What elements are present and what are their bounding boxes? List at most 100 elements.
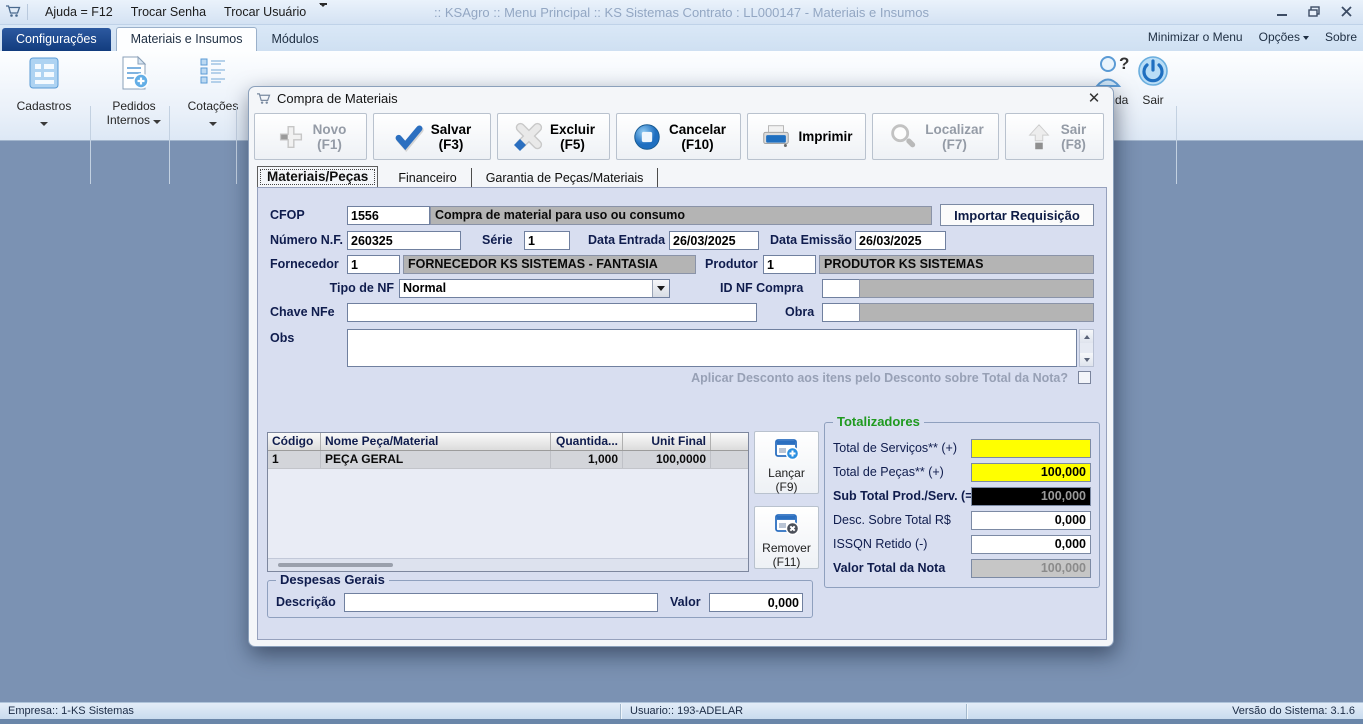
col-unit-final[interactable]: Unit Final: [623, 433, 711, 450]
salvar-button[interactable]: Salvar(F3): [373, 113, 491, 160]
cancelar-stop-icon: [631, 121, 663, 153]
data-entrada-input[interactable]: [669, 231, 759, 250]
total-pecas-field[interactable]: 100,000: [971, 463, 1091, 482]
grid-horizontal-scrollbar[interactable]: [268, 558, 748, 571]
tipo-nf-combobox[interactable]: Normal: [399, 279, 670, 298]
opcoes-link[interactable]: Opções: [1259, 30, 1309, 44]
opcoes-dropdown-icon: [1303, 36, 1309, 40]
obs-textarea[interactable]: [347, 329, 1077, 367]
excluir-button[interactable]: Excluir(F5): [497, 113, 610, 160]
valor-total-field: 100,000: [971, 559, 1091, 578]
cancelar-button[interactable]: Cancelar(F10): [616, 113, 741, 160]
novo-button[interactable]: Novo(F1): [254, 113, 367, 160]
remover-button[interactable]: Remover(F11): [754, 506, 819, 569]
restore-button[interactable]: [1305, 4, 1323, 19]
ribbon-tabbar: Configurações Materiais e Insumos Módulo…: [0, 25, 1363, 51]
subtotal-label: Sub Total Prod./Serv. (=): [833, 487, 977, 506]
serie-input[interactable]: [524, 231, 570, 250]
ribbon-sair-button[interactable]: Sair: [1134, 54, 1172, 107]
statusbar-separator: [966, 704, 967, 719]
data-emissao-input[interactable]: [855, 231, 946, 250]
materiais-pecas-panel: CFOP Compra de material para uso ou cons…: [257, 187, 1107, 640]
menu-ajuda[interactable]: Ajuda = F12: [36, 5, 122, 19]
dialog-title: Compra de Materiais: [277, 91, 398, 106]
chave-nfe-input[interactable]: [347, 303, 757, 322]
cotacoes-label: Cotações: [172, 99, 254, 113]
table-row[interactable]: 1 PEÇA GERAL 1,000 100,0000: [268, 451, 748, 469]
novo-plus-icon: [275, 121, 307, 153]
cfop-input[interactable]: [347, 206, 430, 225]
obs-label: Obs: [270, 329, 294, 348]
numero-nf-input[interactable]: [347, 231, 461, 250]
grid-scrollbar-thumb[interactable]: [278, 563, 393, 567]
scroll-down-icon[interactable]: [1080, 353, 1093, 366]
data-entrada-label: Data Entrada: [588, 231, 665, 250]
itens-grid[interactable]: Código Nome Peça/Material Quantida... Un…: [267, 432, 749, 572]
ribbon-group-cotacoes[interactable]: Cotações: [172, 55, 254, 135]
fornecedor-code-input[interactable]: [347, 255, 400, 274]
ajuda-person-question-icon: ?: [1095, 54, 1131, 88]
tab-materiais-pecas[interactable]: Materiais/Peças: [257, 166, 378, 188]
ribbon-separator: [169, 106, 170, 184]
numero-nf-label: Número N.F.: [270, 231, 343, 250]
col-quantidade[interactable]: Quantida...: [551, 433, 623, 450]
pedidos-dropdown-icon: [153, 120, 161, 124]
minimizar-menu-link[interactable]: Minimizar o Menu: [1148, 30, 1243, 44]
localizar-magnifier-icon: [887, 121, 919, 153]
minimize-button[interactable]: [1273, 4, 1291, 19]
tab-modulos[interactable]: Módulos: [257, 28, 332, 51]
dialog-close-icon[interactable]: ✕: [1085, 89, 1103, 107]
col-nome[interactable]: Nome Peça/Material: [321, 433, 551, 450]
sair-dialog-button[interactable]: Sair(F8): [1005, 113, 1104, 160]
tipo-nf-dropdown-icon[interactable]: [652, 280, 669, 297]
imprimir-button[interactable]: Imprimir: [747, 113, 866, 160]
cotacoes-list-icon: [195, 55, 231, 91]
pedidos-internos-document-icon: [116, 55, 152, 91]
tipo-nf-label: Tipo de NF: [270, 279, 394, 298]
col-codigo[interactable]: Código: [268, 433, 321, 450]
lancar-add-icon: [774, 437, 800, 461]
sair-label: Sair: [1134, 93, 1172, 107]
descricao-input[interactable]: [344, 593, 658, 612]
dialog-compra-de-materiais: Compra de Materiais ✕ Novo(F1) Salvar(F3…: [248, 86, 1114, 647]
ribbon-group-cadastros[interactable]: Cadastros: [3, 55, 85, 135]
menu-trocar-senha[interactable]: Trocar Senha: [122, 5, 215, 19]
quick-access-dropdown-icon[interactable]: [319, 3, 327, 21]
issqn-field[interactable]: 0,000: [971, 535, 1091, 554]
total-servicos-label: Total de Serviços** (+): [833, 439, 957, 458]
ribbon-separator: [90, 106, 91, 184]
obra-input[interactable]: [822, 303, 860, 322]
id-nf-compra-description-field: [859, 279, 1094, 298]
tab-financeiro[interactable]: Financeiro: [384, 168, 471, 188]
scroll-up-icon[interactable]: [1080, 330, 1093, 343]
lancar-button[interactable]: Lançar(F9): [754, 431, 819, 494]
bottom-strip: [0, 719, 1363, 724]
sobre-link[interactable]: Sobre: [1325, 30, 1357, 44]
tab-garantia[interactable]: Garantia de Peças/Materiais: [472, 168, 659, 188]
valor-input[interactable]: [709, 593, 803, 612]
issqn-label: ISSQN Retido (-): [833, 535, 927, 554]
excluir-x-icon: [512, 121, 544, 153]
ribbon-group-pedidos-internos[interactable]: PedidosInternos: [93, 55, 175, 135]
id-nf-compra-input[interactable]: [822, 279, 860, 298]
pedidos-internos-label: PedidosInternos: [93, 99, 175, 127]
dialog-toolbar: Novo(F1) Salvar(F3) Excluir(F5) Cancelar…: [254, 113, 1104, 160]
produtor-code-input[interactable]: [763, 255, 816, 274]
tab-materiais-insumos[interactable]: Materiais e Insumos: [116, 27, 258, 51]
cotacoes-dropdown-icon: [209, 122, 217, 126]
serie-label: Série: [482, 231, 513, 250]
statusbar-empresa: Empresa:: 1-KS Sistemas: [8, 705, 134, 717]
tab-configuracoes[interactable]: Configurações: [2, 28, 111, 51]
obs-scrollbar[interactable]: [1079, 329, 1094, 367]
importar-requisicao-button[interactable]: Importar Requisição: [940, 204, 1094, 226]
desconto-total-field[interactable]: 0,000: [971, 511, 1091, 530]
despesas-gerais-title: Despesas Gerais: [276, 572, 389, 587]
total-servicos-field[interactable]: [971, 439, 1091, 458]
aplicar-desconto-checkbox[interactable]: [1078, 371, 1091, 384]
total-pecas-label: Total de Peças** (+): [833, 463, 944, 482]
menu-trocar-usuario[interactable]: Trocar Usuário: [215, 5, 315, 19]
localizar-button[interactable]: Localizar(F7): [872, 113, 999, 160]
close-button[interactable]: [1337, 4, 1355, 19]
dialog-titlebar[interactable]: Compra de Materiais ✕: [249, 87, 1113, 110]
produtor-label: Produtor: [705, 255, 758, 274]
